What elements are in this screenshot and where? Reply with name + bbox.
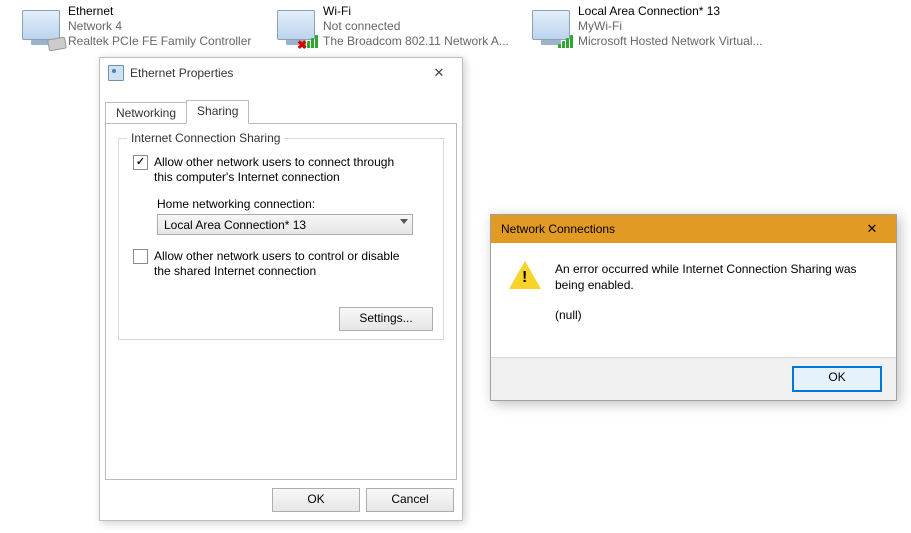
ethernet-icon (20, 4, 62, 46)
adapter-icon (108, 65, 124, 81)
tab-sharing[interactable]: Sharing (186, 100, 249, 124)
network-connections-list: Ethernet Network 4 Realtek PCIe FE Famil… (0, 0, 911, 58)
allow-connect-checkbox[interactable]: Allow other network users to connect thr… (133, 155, 414, 185)
network-item-wifi[interactable]: Wi-Fi Not connected The Broadcom 802.11 … (275, 4, 509, 49)
net-name: Wi-Fi (323, 4, 509, 19)
error-footer: OK (491, 357, 896, 400)
combo-value: Local Area Connection* 13 (164, 218, 306, 232)
warning-icon (509, 261, 541, 293)
ok-button[interactable]: OK (272, 488, 360, 512)
checkbox-label: Allow other network users to connect thr… (154, 155, 414, 185)
checkbox-icon (133, 155, 148, 170)
net-name: Local Area Connection* 13 (578, 4, 763, 19)
error-titlebar[interactable]: Network Connections ✕ (491, 215, 896, 244)
ethernet-properties-dialog: Ethernet Properties ✕ Networking Sharing… (99, 57, 463, 521)
error-dialog: Network Connections ✕ An error occurred … (490, 214, 897, 401)
error-detail: (null) (555, 307, 878, 323)
error-title: Network Connections (501, 222, 852, 236)
net-status: Network 4 (68, 19, 251, 34)
tab-networking[interactable]: Networking (105, 102, 187, 124)
tabs: Networking Sharing (105, 102, 248, 124)
sharing-group: Internet Connection Sharing Allow other … (118, 138, 444, 340)
ok-button[interactable]: OK (792, 366, 882, 392)
network-item-ethernet[interactable]: Ethernet Network 4 Realtek PCIe FE Famil… (20, 4, 251, 49)
home-network-label: Home networking connection: (157, 197, 315, 211)
net-device: The Broadcom 802.11 Network A... (323, 34, 509, 49)
wifi-icon (275, 4, 317, 46)
network-item-local-area[interactable]: Local Area Connection* 13 MyWi-Fi Micros… (530, 4, 763, 49)
close-icon[interactable]: ✕ (852, 219, 892, 239)
home-network-combo[interactable]: Local Area Connection* 13 (157, 214, 413, 235)
net-name: Ethernet (68, 4, 251, 19)
net-status: Not connected (323, 19, 509, 34)
dialog-title: Ethernet Properties (130, 66, 422, 80)
dialog-titlebar[interactable]: Ethernet Properties ✕ (100, 58, 462, 88)
checkbox-label: Allow other network users to control or … (154, 249, 414, 279)
group-title: Internet Connection Sharing (127, 131, 284, 145)
net-status: MyWi-Fi (578, 19, 763, 34)
tab-body: Internet Connection Sharing Allow other … (105, 123, 457, 480)
checkbox-icon (133, 249, 148, 264)
allow-control-checkbox[interactable]: Allow other network users to control or … (133, 249, 414, 279)
chevron-down-icon (400, 219, 408, 224)
error-body: An error occurred while Internet Connect… (491, 243, 896, 358)
settings-button[interactable]: Settings... (339, 307, 433, 331)
cancel-button[interactable]: Cancel (366, 488, 454, 512)
close-icon[interactable]: ✕ (422, 62, 456, 84)
virtual-wifi-icon (530, 4, 572, 46)
dialog-footer: OK Cancel (100, 480, 462, 520)
net-device: Microsoft Hosted Network Virtual... (578, 34, 763, 49)
net-device: Realtek PCIe FE Family Controller (68, 34, 251, 49)
error-message: An error occurred while Internet Connect… (555, 262, 857, 292)
